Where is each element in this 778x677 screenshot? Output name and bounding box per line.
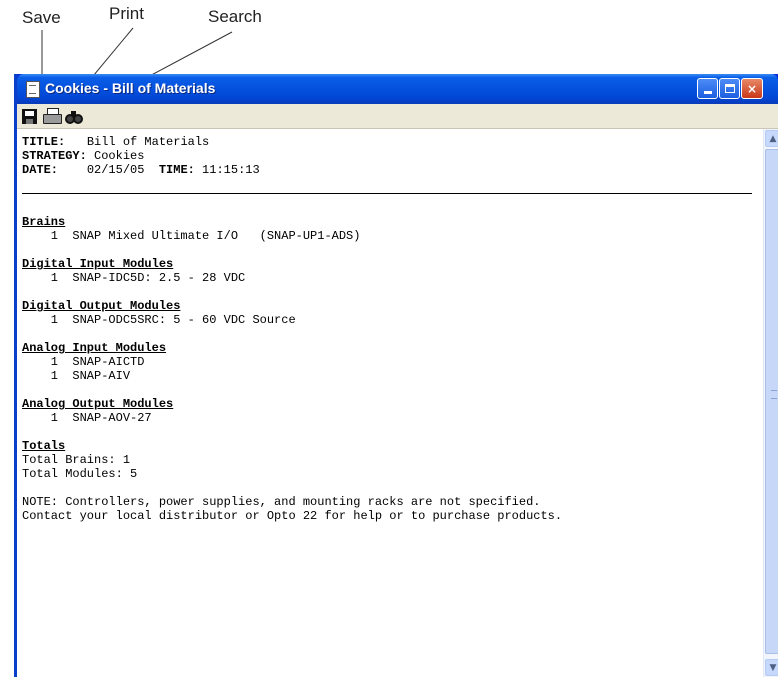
chevron-up-icon: ▲ — [769, 133, 777, 144]
scroll-up-button[interactable]: ▲ — [765, 130, 778, 147]
close-icon: × — [746, 81, 758, 96]
save-callout: Save — [22, 8, 61, 27]
save-button[interactable] — [21, 108, 39, 124]
print-button[interactable] — [43, 108, 62, 124]
title-bar[interactable]: Cookies - Bill of Materials × — [17, 74, 778, 104]
totals-heading: Totals — [22, 439, 66, 453]
note-line: Contact your local distributor or Opto 2… — [22, 509, 563, 523]
maximize-button[interactable] — [719, 78, 740, 99]
window-title: Cookies - Bill of Materials — [45, 80, 216, 96]
section-heading: Digital Output Modules — [22, 299, 181, 313]
list-item: 1 SNAP-AIV — [22, 369, 131, 383]
report-window: Cookies - Bill of Materials × TITLE: Bil… — [14, 74, 778, 677]
minimize-button[interactable] — [697, 78, 718, 99]
section-heading: Analog Input Modules — [22, 341, 167, 355]
title-line: TITLE: Bill of Materials — [22, 135, 210, 149]
scroll-down-button[interactable]: ▼ — [765, 659, 778, 676]
document-icon — [26, 81, 40, 98]
date-time-line: DATE: 02/15/05 TIME: 11:15:13 — [22, 163, 260, 177]
search-callout: Search — [208, 7, 262, 26]
close-button[interactable]: × — [741, 78, 763, 99]
section-heading: Brains — [22, 215, 66, 229]
header-divider — [22, 193, 752, 194]
scroll-thumb[interactable] — [765, 149, 778, 654]
print-callout: Print — [109, 4, 144, 23]
search-button[interactable] — [65, 108, 83, 124]
section-heading: Analog Output Modules — [22, 397, 174, 411]
list-item: 1 SNAP-AICTD — [22, 355, 145, 369]
total-modules: Total Modules: 5 — [22, 467, 138, 481]
section-heading: Digital Input Modules — [22, 257, 174, 271]
total-brains: Total Brains: 1 — [22, 453, 131, 467]
list-item: 1 SNAP-AOV-27 — [22, 411, 152, 425]
toolbar — [17, 104, 778, 129]
grip-icon — [771, 390, 777, 399]
note-line: NOTE: Controllers, power supplies, and m… — [22, 495, 541, 509]
chevron-down-icon: ▼ — [769, 662, 777, 673]
list-item: 1 SNAP-IDC5D: 2.5 - 28 VDC — [22, 271, 246, 285]
list-item: 1 SNAP Mixed Ultimate I/O (SNAP-UP1-ADS) — [22, 229, 361, 243]
report-content[interactable]: TITLE: Bill of Materials STRATEGY: Cooki… — [17, 129, 763, 677]
maximize-icon — [724, 84, 735, 93]
list-item: 1 SNAP-ODC5SRC: 5 - 60 VDC Source — [22, 313, 296, 327]
strategy-line: STRATEGY: Cookies — [22, 149, 145, 163]
minimize-icon — [703, 91, 712, 94]
vertical-scrollbar[interactable]: ▲ ▼ — [763, 129, 778, 677]
